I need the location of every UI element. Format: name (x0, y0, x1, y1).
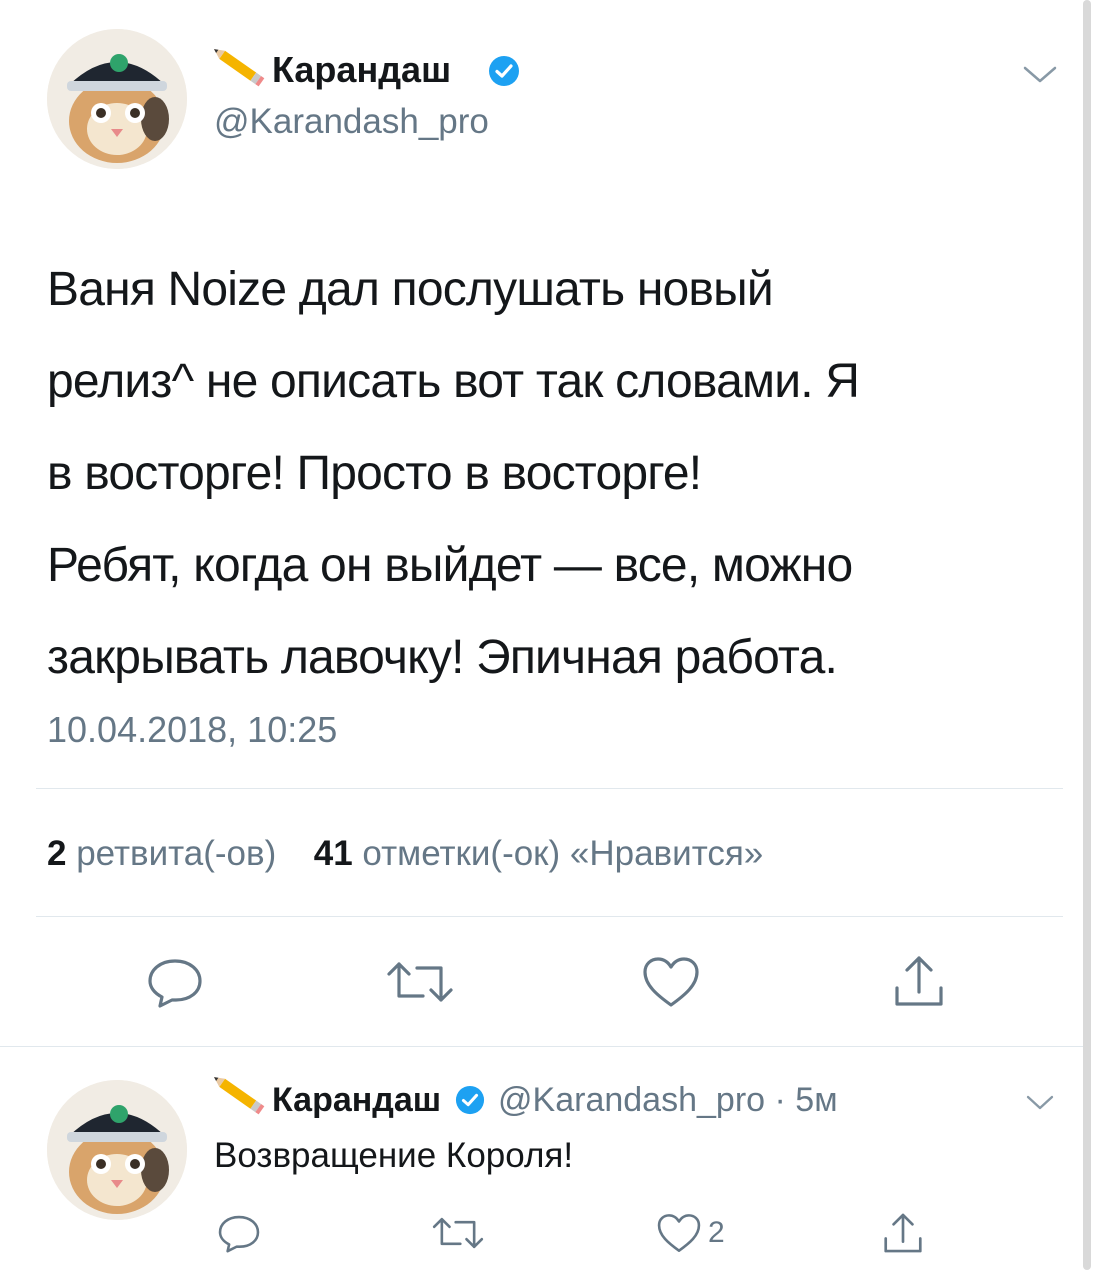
reply-icon (218, 1215, 260, 1253)
divider (36, 788, 1063, 789)
share-icon (884, 1213, 922, 1253)
retweet-icon (432, 1217, 484, 1249)
share-button[interactable] (876, 1206, 930, 1260)
chevron-down-icon[interactable] (1018, 60, 1062, 90)
chevron-down-icon[interactable] (1020, 1090, 1060, 1116)
avatar[interactable] (47, 1080, 187, 1220)
retweets-label: ретвита(-ов) (76, 834, 277, 873)
retweet-icon (387, 962, 453, 1002)
avatar[interactable] (47, 29, 187, 169)
verified-badge-icon (488, 55, 520, 87)
pencil-icon (213, 46, 268, 90)
tweet-text: Ваня Noize дал послушать новый релиз^ не… (47, 244, 860, 704)
reply-header: Карандаш @Karandash_pro · 5м (272, 1078, 838, 1126)
likes-count: 41 (313, 834, 353, 873)
author-name[interactable]: Карандаш (272, 1081, 441, 1119)
tweet-stats: 2 ретвита(-ов) 41 отметки(-ок) «Нравится… (47, 832, 763, 876)
retweet-button[interactable] (380, 950, 460, 1014)
scrollbar[interactable] (1083, 0, 1091, 1270)
tweet-text-line: закрывать лавочку! Эпичная работа. (47, 631, 838, 684)
likes-stat[interactable]: 41 отметки(-ок) «Нравится» (314, 834, 764, 873)
tweet-time[interactable]: · 5м (775, 1081, 838, 1119)
timestamp[interactable]: 10.04.2018, 10:25 (47, 708, 337, 752)
like-icon (643, 957, 699, 1007)
tweet-text-line: Ребят, когда он выйдет — все, можно (47, 539, 853, 592)
reply-button[interactable] (212, 1208, 266, 1258)
retweet-button[interactable] (428, 1208, 488, 1258)
likes-label: отметки(-ок) «Нравится» (362, 834, 764, 873)
reply-text: Возвращение Короля! (214, 1136, 574, 1175)
reply-button[interactable] (140, 950, 210, 1014)
divider (0, 1046, 1083, 1047)
share-button[interactable] (884, 948, 954, 1014)
like-icon (657, 1214, 701, 1252)
tweet-text-line: Ваня Noize дал послушать новый (47, 263, 774, 316)
author-handle[interactable]: @Karandash_pro (214, 100, 489, 144)
pencil-icon (213, 1074, 268, 1118)
tweet-text-line: релиз^ не описать вот так словами. Я (47, 355, 860, 408)
divider (36, 916, 1063, 917)
verified-badge-icon (455, 1082, 485, 1126)
retweets-count: 2 (47, 834, 67, 873)
author-name[interactable]: Карандаш (272, 48, 451, 92)
like-count: 2 (708, 1216, 725, 1249)
reply-icon (148, 959, 202, 1008)
retweets-stat[interactable]: 2 ретвита(-ов) (47, 834, 286, 873)
author-handle[interactable]: @Karandash_pro (498, 1081, 765, 1119)
like-button[interactable] (636, 950, 706, 1014)
tweet-text-line: в восторге! Просто в восторге! (47, 447, 702, 500)
share-icon (895, 956, 943, 1006)
like-button[interactable]: 2 (656, 1208, 746, 1258)
